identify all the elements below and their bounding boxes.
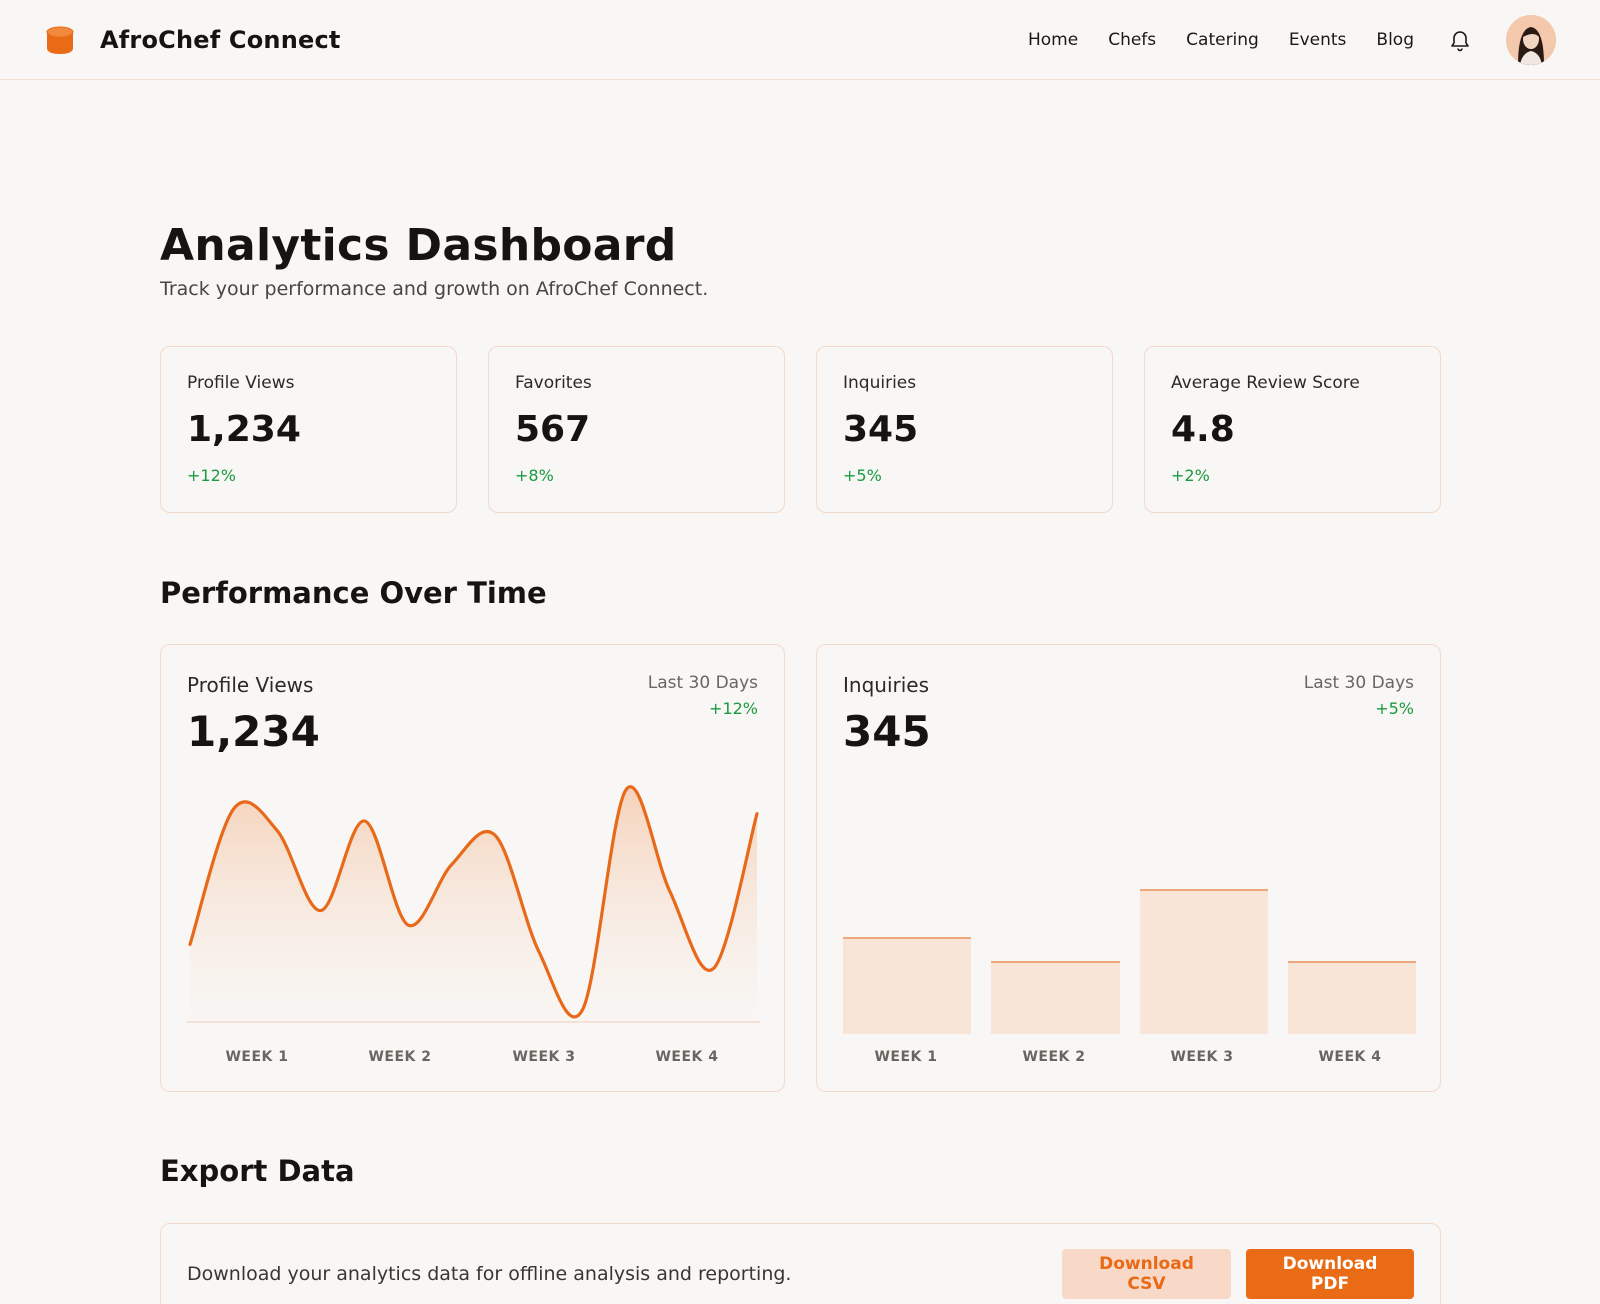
area-fill bbox=[190, 786, 757, 1022]
bar-2 bbox=[991, 961, 1120, 1034]
page-title: Analytics Dashboard bbox=[160, 220, 677, 271]
bar-3 bbox=[1139, 888, 1268, 1034]
stat-change: +2% bbox=[1171, 466, 1210, 485]
performance-section-title: Performance Over Time bbox=[160, 576, 547, 610]
download-csv-button[interactable]: Download CSV bbox=[1062, 1249, 1231, 1299]
stat-value: 567 bbox=[515, 409, 591, 450]
bar-4 bbox=[1287, 961, 1416, 1034]
top-navbar: AfroChef Connect Home Chefs Catering Eve… bbox=[0, 0, 1600, 80]
stat-label: Favorites bbox=[515, 373, 592, 393]
bar-1 bbox=[843, 937, 972, 1034]
cylinder-logo-icon[interactable] bbox=[44, 24, 76, 56]
stat-change: +5% bbox=[843, 466, 882, 485]
nav-home[interactable]: Home bbox=[1028, 30, 1078, 50]
export-section-title: Export Data bbox=[160, 1154, 355, 1188]
chart-label: Profile Views bbox=[187, 673, 314, 697]
stat-value: 4.8 bbox=[1171, 409, 1235, 450]
stat-card-inquiries: Inquiries 345 +5% bbox=[816, 346, 1113, 513]
profile-views-chart-card: Profile Views 1,234 Last 30 Days +12% WE… bbox=[160, 644, 785, 1092]
x-tick-week-1: WEEK 1 bbox=[225, 1049, 289, 1065]
stat-label: Inquiries bbox=[843, 373, 917, 393]
stat-card-favorites: Favorites 567 +8% bbox=[488, 346, 785, 513]
chart-change: +12% bbox=[709, 699, 758, 718]
chart-value: 345 bbox=[843, 707, 931, 756]
stat-card-profile-views: Profile Views 1,234 +12% bbox=[160, 346, 457, 513]
x-tick-week-1: WEEK 1 bbox=[874, 1049, 938, 1065]
chart-change: +5% bbox=[1375, 699, 1414, 718]
chart-period: Last 30 Days bbox=[647, 673, 758, 693]
inquiries-chart-card: Inquiries 345 Last 30 Days +5% WEEK 1 WE… bbox=[816, 644, 1441, 1092]
nav-blog[interactable]: Blog bbox=[1376, 30, 1414, 50]
bell-icon[interactable] bbox=[1448, 28, 1472, 52]
avatar[interactable] bbox=[1506, 14, 1556, 65]
x-tick-week-4: WEEK 4 bbox=[1318, 1049, 1382, 1065]
page-subtitle: Track your performance and growth on Afr… bbox=[160, 278, 709, 300]
export-description: Download your analytics data for offline… bbox=[187, 1263, 792, 1285]
nav-chefs[interactable]: Chefs bbox=[1108, 30, 1156, 50]
x-tick-week-3: WEEK 3 bbox=[1170, 1049, 1234, 1065]
stats-row: Profile Views 1,234 +12% Favorites 567 +… bbox=[160, 346, 1441, 513]
stat-change: +12% bbox=[187, 466, 236, 485]
stat-card-review-score: Average Review Score 4.8 +2% bbox=[1144, 346, 1441, 513]
x-tick-week-4: WEEK 4 bbox=[655, 1049, 719, 1065]
stat-change: +8% bbox=[515, 466, 554, 485]
x-tick-week-2: WEEK 2 bbox=[368, 1049, 432, 1065]
stat-label: Average Review Score bbox=[1171, 373, 1360, 393]
x-tick-week-2: WEEK 2 bbox=[1022, 1049, 1086, 1065]
chart-value: 1,234 bbox=[187, 707, 320, 756]
chart-period: Last 30 Days bbox=[1303, 673, 1414, 693]
download-pdf-button[interactable]: Download PDF bbox=[1246, 1249, 1414, 1299]
main-nav: Home Chefs Catering Events Blog bbox=[1028, 14, 1556, 65]
brand-name[interactable]: AfroChef Connect bbox=[100, 26, 341, 54]
export-card: Download your analytics data for offline… bbox=[160, 1223, 1441, 1304]
nav-catering[interactable]: Catering bbox=[1186, 30, 1259, 50]
stat-label: Profile Views bbox=[187, 373, 295, 393]
x-tick-week-3: WEEK 3 bbox=[512, 1049, 576, 1065]
chart-label: Inquiries bbox=[843, 673, 930, 697]
stat-value: 345 bbox=[843, 409, 919, 450]
stat-value: 1,234 bbox=[187, 409, 301, 450]
profile-views-area-chart bbox=[187, 785, 760, 1023]
nav-events[interactable]: Events bbox=[1289, 30, 1347, 50]
